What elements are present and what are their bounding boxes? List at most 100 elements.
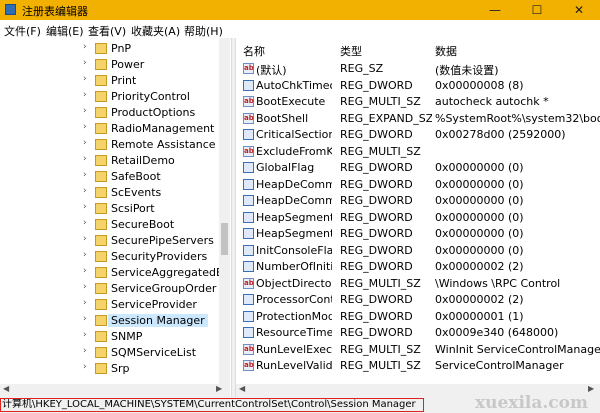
scroll-left-arrow-icon[interactable]: ◀ bbox=[3, 384, 9, 393]
tree-item[interactable]: › SafeBoot bbox=[0, 169, 228, 185]
tree-item[interactable]: › ServiceAggregatedEver bbox=[0, 265, 228, 281]
value-name: HeapSegment... bbox=[256, 227, 332, 240]
close-button[interactable]: ✕ bbox=[558, 0, 600, 20]
value-row[interactable]: CriticalSection... REG_DWORD 0x00278d00 (2… bbox=[236, 127, 600, 143]
expand-arrow-icon[interactable]: › bbox=[83, 122, 87, 132]
value-row[interactable]: HeapDeComm... REG_DWORD 0x00000000 (0) bbox=[236, 177, 600, 193]
binary-value-icon bbox=[243, 211, 254, 223]
expand-arrow-icon[interactable]: › bbox=[83, 282, 87, 292]
folder-icon bbox=[95, 43, 107, 54]
value-name: HeapDeComm... bbox=[256, 177, 332, 191]
registry-values-list[interactable]: 名称 类型 数据 ab(默认)REG_SZ(数值未设置)AutoChkTimeo… bbox=[236, 38, 600, 384]
menu-help[interactable]: 帮助(H) bbox=[184, 23, 223, 39]
expand-arrow-icon[interactable]: › bbox=[83, 186, 87, 196]
menu-file[interactable]: 文件(F) bbox=[4, 23, 41, 39]
expand-arrow-icon[interactable]: › bbox=[83, 330, 87, 340]
expand-arrow-icon[interactable]: › bbox=[83, 234, 87, 244]
menu-view[interactable]: 查看(V) bbox=[88, 23, 126, 39]
scroll-right-arrow-icon[interactable]: ▶ bbox=[588, 384, 594, 393]
value-row[interactable]: ResourceTime... REG_DWORD 0x0009e340 (6480… bbox=[236, 325, 600, 341]
tree-item-label: ServiceGroupOrder bbox=[111, 282, 217, 295]
value-row[interactable]: ab BootShell REG_EXPAND_SZ %SystemRoot%\sys… bbox=[236, 111, 600, 127]
column-header-data[interactable]: 数据 bbox=[435, 43, 457, 59]
column-header-name[interactable]: 名称 bbox=[243, 43, 265, 59]
tree-item[interactable]: › PriorityControl bbox=[0, 89, 228, 105]
tree-item[interactable]: › Srp bbox=[0, 361, 228, 377]
value-row[interactable]: ab BootExecute REG_MULTI_SZ autocheck autoc… bbox=[236, 94, 600, 110]
scroll-right-arrow-icon[interactable]: ▶ bbox=[216, 384, 222, 393]
value-row[interactable]: abExcludeFromK... REG_MULTI_SZ bbox=[236, 144, 600, 160]
expand-arrow-icon[interactable]: › bbox=[83, 90, 87, 100]
value-data: 0x00000000 (0) bbox=[435, 210, 524, 224]
expand-arrow-icon[interactable]: › bbox=[83, 170, 87, 180]
tree-horizontal-scrollbar[interactable]: ◀ ▶ bbox=[0, 384, 230, 397]
tree-item[interactable]: › ProductOptions bbox=[0, 105, 228, 121]
value-row[interactable]: abObjectDirector... REG_MULTI_SZ \Windows … bbox=[236, 276, 600, 292]
expand-arrow-icon[interactable]: › bbox=[83, 314, 87, 324]
tree-item[interactable]: › RadioManagement bbox=[0, 121, 228, 137]
value-type: REG_DWORD bbox=[340, 326, 413, 339]
value-row[interactable]: ab (默认) REG_SZ (数值未设置) bbox=[236, 61, 600, 77]
value-row[interactable]: ProtectionMode REG_DWORD 0x00000001 (1) bbox=[236, 309, 600, 325]
value-name: ExcludeFromK... bbox=[256, 144, 332, 158]
menu-favorites[interactable]: 收藏夹(A) bbox=[131, 23, 180, 39]
value-row[interactable]: InitConsoleFla... REG_DWORD 0x00000000 (0) bbox=[236, 243, 600, 259]
expand-arrow-icon[interactable]: › bbox=[83, 58, 87, 68]
tree-scroll-thumb[interactable] bbox=[221, 223, 228, 255]
expand-arrow-icon[interactable]: › bbox=[83, 266, 87, 276]
expand-arrow-icon[interactable]: › bbox=[83, 298, 87, 308]
minimize-button[interactable]: — bbox=[474, 0, 516, 20]
value-row[interactable]: NumberOfIniti... REG_DWORD 0x00000002 (2) bbox=[236, 259, 600, 275]
string-value-icon: ab bbox=[243, 277, 254, 289]
scroll-left-arrow-icon[interactable]: ◀ bbox=[239, 384, 245, 393]
expand-arrow-icon[interactable]: › bbox=[83, 106, 87, 116]
tree-item[interactable]: › RetailDemo bbox=[0, 153, 228, 169]
tree-item[interactable]: › SecurePipeServers bbox=[0, 233, 228, 249]
value-row[interactable]: GlobalFlag REG_DWORD 0x00000000 (0) bbox=[236, 160, 600, 176]
tree-item[interactable]: › ServiceGroupOrder bbox=[0, 281, 228, 297]
expand-arrow-icon[interactable]: › bbox=[83, 250, 87, 260]
expand-arrow-icon[interactable]: › bbox=[83, 346, 87, 356]
value-row[interactable]: abRunLevelValid... REG_MULTI_SZ ServiceCon… bbox=[236, 358, 600, 374]
tree-item[interactable]: › Print bbox=[0, 73, 228, 89]
registry-key-tree[interactable]: › PnP › Power › Print › PriorityControl › Product… bbox=[0, 38, 228, 400]
tree-item[interactable]: › ServiceProvider bbox=[0, 297, 228, 313]
expand-arrow-icon[interactable]: › bbox=[83, 74, 87, 84]
value-type: REG_DWORD bbox=[340, 227, 413, 240]
expand-arrow-icon[interactable]: › bbox=[83, 154, 87, 164]
expand-arrow-icon[interactable]: › bbox=[83, 138, 87, 148]
tree-item[interactable]: › SecureBoot bbox=[0, 217, 228, 233]
expand-arrow-icon[interactable]: › bbox=[83, 362, 87, 372]
tree-item[interactable]: › SecurityProviders bbox=[0, 249, 228, 265]
tree-item[interactable]: › Session Manager bbox=[0, 313, 228, 329]
menu-edit[interactable]: 编辑(E) bbox=[46, 23, 84, 39]
column-header-type[interactable]: 类型 bbox=[340, 43, 362, 59]
tree-item[interactable]: › SNMP bbox=[0, 329, 228, 345]
expand-arrow-icon[interactable]: › bbox=[83, 42, 87, 52]
value-type: REG_DWORD bbox=[340, 177, 413, 191]
value-row[interactable]: HeapDeComm... REG_DWORD 0x00000000 (0) bbox=[236, 193, 600, 209]
tree-vertical-scrollbar[interactable] bbox=[219, 38, 230, 384]
value-data: 0x00000002 (2) bbox=[435, 293, 524, 306]
value-row[interactable]: HeapSegment... REG_DWORD 0x00000000 (0) bbox=[236, 210, 600, 226]
tree-item[interactable]: › SQMServiceList bbox=[0, 345, 228, 361]
string-value-icon: ab bbox=[243, 96, 254, 107]
tree-item[interactable]: › ScEvents bbox=[0, 185, 228, 201]
title-bar[interactable]: 注册表编辑器 — ☐ ✕ bbox=[0, 0, 600, 20]
tree-item[interactable]: › Power bbox=[0, 57, 228, 73]
expand-arrow-icon[interactable]: › bbox=[83, 218, 87, 228]
value-data: WinInit ServiceControlManager bbox=[435, 342, 600, 356]
tree-item[interactable]: › Remote Assistance bbox=[0, 137, 228, 153]
maximize-button[interactable]: ☐ bbox=[516, 0, 558, 20]
value-row[interactable]: abRunLevelExecu... REG_MULTI_SZ WinInit Se… bbox=[236, 342, 600, 358]
value-row[interactable]: AutoChkTimeo... REG_DWORD 0x00000008 (8) bbox=[236, 78, 600, 94]
tree-item[interactable]: › PnP bbox=[0, 41, 228, 57]
folder-icon bbox=[95, 139, 107, 150]
value-row[interactable]: HeapSegment... REG_DWORD 0x00000000 (0) bbox=[236, 226, 600, 242]
tree-item[interactable]: › ScsiPort bbox=[0, 201, 228, 217]
tree-item-label: ProductOptions bbox=[111, 106, 196, 119]
value-row[interactable]: ProcessorCont... REG_DWORD 0x00000002 (2) bbox=[236, 292, 600, 308]
value-type: REG_SZ bbox=[340, 62, 384, 75]
expand-arrow-icon[interactable]: › bbox=[83, 202, 87, 212]
folder-icon bbox=[95, 363, 107, 374]
